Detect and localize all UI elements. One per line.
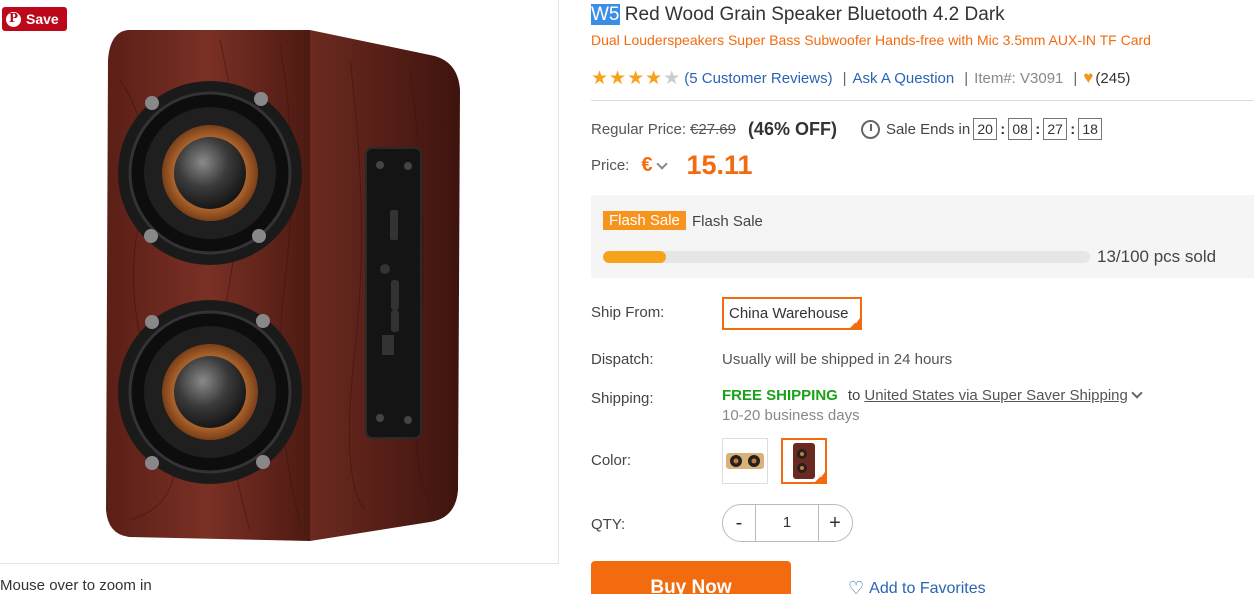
zoom-hint: Mouse over to zoom in <box>0 577 152 594</box>
countdown-minutes: 08 <box>1008 118 1033 140</box>
star-filled-icon: ★ <box>591 67 609 89</box>
regular-price: €27.69 <box>690 120 736 138</box>
shipping-days: 10-20 business days <box>722 407 860 424</box>
add-to-favorites-label: Add to Favorites <box>869 579 986 594</box>
sold-progress-bar <box>603 251 1090 263</box>
product-title-text: Red Wood Grain Speaker Bluetooth 4.2 Dar… <box>619 4 1005 25</box>
separator: | <box>964 69 969 87</box>
sold-progress-fill <box>603 251 667 263</box>
flash-sale-box: Flash Sale Flash Sale 13/100 pcs sold <box>591 195 1254 278</box>
flash-sale-tag: Flash Sale <box>603 211 686 230</box>
selected-check-icon <box>813 470 825 482</box>
product-subtitle: Dual Louderspeakers Super Bass Subwoofer… <box>591 32 1151 48</box>
pinterest-save-button[interactable]: Save <box>2 7 67 31</box>
dispatch-value: Usually will be shipped in 24 hours <box>722 351 953 368</box>
product-title-highlight: W5 <box>591 4 620 25</box>
pinterest-icon <box>6 11 21 27</box>
divider <box>591 100 1254 101</box>
favorites-count: (245) <box>1095 69 1131 87</box>
color-swatch-light-wood[interactable] <box>722 438 768 484</box>
sale-ends-label: Sale Ends in <box>885 120 971 138</box>
countdown-colon: : <box>1000 120 1006 138</box>
pinterest-save-label: Save <box>26 11 59 27</box>
separator: | <box>1073 69 1078 87</box>
qty-decrease-button[interactable]: - <box>723 512 755 535</box>
qty-increase-button[interactable]: + <box>819 512 851 535</box>
warehouse-option[interactable]: China Warehouse <box>722 297 862 330</box>
regular-price-row: Regular Price: €27.69 (46% OFF) Sale End… <box>591 118 1103 140</box>
product-image-panel: Save <box>0 0 559 594</box>
buy-now-button[interactable]: Buy Now <box>591 561 791 594</box>
rating-stars: ★ ★ ★ ★ ★ <box>591 69 680 88</box>
countdown-colon: : <box>1070 120 1076 138</box>
countdown-seconds: 27 <box>1043 118 1068 140</box>
sold-count: 13/100 pcs sold <box>1097 247 1217 266</box>
sale-price: 15.11 <box>686 150 753 180</box>
ask-question-link[interactable]: Ask A Question <box>853 70 955 87</box>
flash-sale-text: Flash Sale <box>692 213 763 230</box>
price-label: Price: <box>591 157 630 174</box>
countdown-hours: 20 <box>973 118 998 140</box>
qty-input[interactable]: 1 <box>755 505 819 541</box>
shipping-method-dropdown[interactable]: United States via Super Saver Shipping <box>864 387 1128 404</box>
separator: | <box>842 69 847 87</box>
star-filled-icon: ★ <box>627 67 645 89</box>
light-wood-speaker-thumbnail <box>723 439 767 483</box>
shipping-to-text: to <box>847 387 861 404</box>
reviews-link[interactable]: (5 Customer Reviews) <box>684 70 832 87</box>
shipping-label: Shipping: <box>591 390 654 407</box>
price-row: Price: € 15.11 <box>591 150 753 181</box>
chevron-down-icon[interactable] <box>656 157 669 170</box>
heart-outline-icon: ♡ <box>848 578 865 594</box>
rating-row: ★ ★ ★ ★ ★ (5 Customer Reviews) | Ask A Quest… <box>591 68 1130 88</box>
heart-icon[interactable]: ♥ <box>1083 68 1093 88</box>
discount-badge: (46% OFF) <box>747 118 837 139</box>
star-filled-icon: ★ <box>609 67 627 89</box>
regular-price-label: Regular Price: <box>591 120 687 138</box>
currency-selector[interactable]: € <box>641 154 652 177</box>
star-empty-icon: ★ <box>663 67 681 89</box>
shipping-info: FREE SHIPPING to United States via Super… <box>722 387 1143 404</box>
qty-label: QTY: <box>591 516 626 533</box>
item-number: Item#: V3091 <box>974 69 1064 87</box>
dispatch-label: Dispatch: <box>591 351 654 368</box>
countdown-colon: : <box>1035 120 1041 138</box>
color-label: Color: <box>591 452 632 469</box>
countdown-ticks: 18 <box>1078 118 1103 140</box>
warehouse-label: China Warehouse <box>729 305 849 322</box>
color-swatch-dark-wood[interactable] <box>781 438 827 484</box>
clock-icon <box>860 119 880 139</box>
ship-from-label: Ship From: <box>591 304 665 321</box>
selected-check-icon <box>848 316 862 330</box>
chevron-down-icon[interactable] <box>1131 387 1143 399</box>
product-image[interactable] <box>100 20 470 545</box>
add-to-favorites-link[interactable]: ♡ Add to Favorites <box>848 578 986 594</box>
star-filled-icon: ★ <box>645 67 663 89</box>
free-shipping-text: FREE SHIPPING <box>722 387 838 404</box>
quantity-stepper: - 1 + <box>722 504 853 542</box>
product-title: W5 Red Wood Grain Speaker Bluetooth 4.2 … <box>591 4 1005 26</box>
